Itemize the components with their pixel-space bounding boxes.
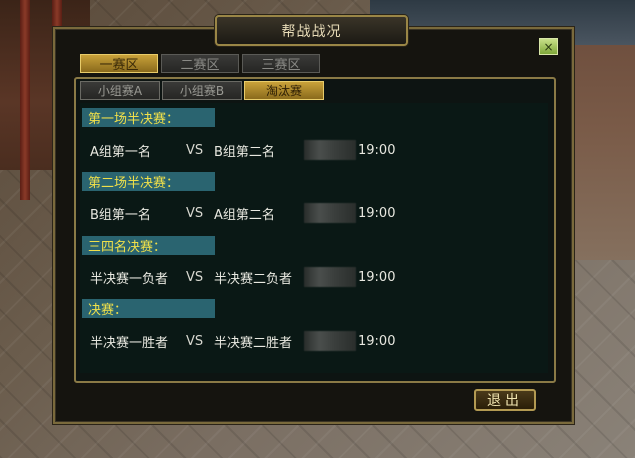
tab-knockout[interactable]: 淘汰赛 bbox=[244, 81, 324, 100]
tab-zone-2[interactable]: 二赛区 bbox=[161, 54, 239, 73]
vs-label: VS bbox=[186, 142, 204, 158]
zone-tab-bar: 一赛区 二赛区 三赛区 bbox=[80, 54, 320, 73]
blurred-team-name bbox=[304, 203, 356, 223]
match-time: 19:00 bbox=[358, 205, 396, 221]
tab-zone-1[interactable]: 一赛区 bbox=[80, 54, 158, 73]
tab-group-a[interactable]: 小组赛A bbox=[80, 81, 160, 100]
blurred-team-name bbox=[304, 267, 356, 287]
blurred-team-name bbox=[304, 140, 356, 160]
round-tab-bar: 小组赛A 小组赛B 淘汰赛 bbox=[80, 81, 324, 100]
close-button[interactable]: × bbox=[539, 38, 558, 55]
team-b: A组第二名 bbox=[214, 207, 275, 223]
exit-button[interactable]: 退出 bbox=[474, 389, 536, 411]
team-b: 半决赛二胜者 bbox=[214, 335, 293, 351]
tab-group-b[interactable]: 小组赛B bbox=[162, 81, 242, 100]
match-header: 决赛： bbox=[82, 299, 215, 318]
match-row: B组第一名 VS A组第二名 19:00 bbox=[90, 203, 410, 223]
match-row: A组第一名 VS B组第二名 19:00 bbox=[90, 140, 410, 160]
vs-label: VS bbox=[186, 205, 204, 221]
match-time: 19:00 bbox=[358, 269, 396, 285]
vs-label: VS bbox=[186, 333, 204, 349]
window-title: 帮战战况 bbox=[215, 15, 408, 46]
match-time: 19:00 bbox=[358, 142, 396, 158]
vs-label: VS bbox=[186, 269, 204, 285]
team-a: B组第一名 bbox=[90, 207, 151, 223]
team-b: 半决赛二负者 bbox=[214, 271, 293, 287]
team-a: 半决赛一负者 bbox=[90, 271, 169, 287]
blurred-team-name bbox=[304, 331, 356, 351]
background-pillar bbox=[20, 0, 30, 200]
match-header: 第一场半决赛： bbox=[82, 108, 215, 127]
team-b: B组第二名 bbox=[214, 144, 275, 160]
match-time: 19:00 bbox=[358, 333, 396, 349]
tab-zone-3[interactable]: 三赛区 bbox=[242, 54, 320, 73]
team-a: 半决赛一胜者 bbox=[90, 335, 169, 351]
match-header: 三四名决赛： bbox=[82, 236, 215, 255]
team-a: A组第一名 bbox=[90, 144, 151, 160]
match-header: 第二场半决赛： bbox=[82, 172, 215, 191]
match-row: 半决赛一胜者 VS 半决赛二胜者 19:00 bbox=[90, 331, 410, 351]
close-icon: × bbox=[543, 39, 554, 54]
match-row: 半决赛一负者 VS 半决赛二负者 19:00 bbox=[90, 267, 410, 287]
